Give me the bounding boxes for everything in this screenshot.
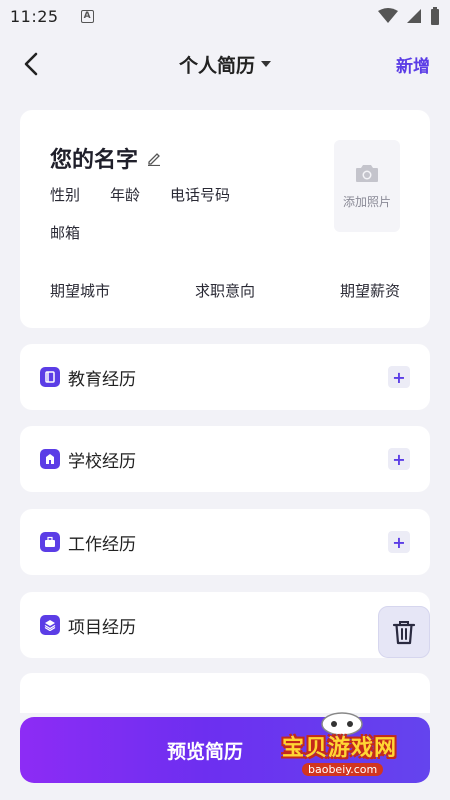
app-header: 个人简历 新增 [0,40,450,88]
section-project[interactable]: 项目经历 [20,592,430,658]
add-education-button[interactable]: + [388,366,410,388]
section-work-label: 工作经历 [68,534,136,555]
status-icons [378,7,440,25]
school-icon [40,449,60,469]
caret-down-icon [261,61,271,67]
briefcase-icon [40,532,60,552]
add-work-button[interactable]: + [388,531,410,553]
status-time: 11:25 [10,6,59,26]
trash-icon [392,621,416,645]
delete-button[interactable] [378,606,430,658]
email-field[interactable]: 邮箱 [50,222,80,243]
gender-field[interactable]: 性别 [50,184,80,205]
watermark-text: 宝贝游戏网 [282,736,398,761]
section-project-label: 项目经历 [68,617,136,638]
title-dropdown[interactable]: 个人简历 [179,51,271,78]
add-photo-label: 添加照片 [342,194,391,209]
a-badge-icon: A [80,9,94,23]
contact-row: 邮箱 [50,222,80,243]
age-field[interactable]: 年龄 [110,184,140,205]
section-partial [20,673,430,713]
preview-resume-label: 预览简历 [166,740,243,763]
chevron-left-icon [24,52,38,76]
layers-icon [40,615,60,635]
section-education[interactable]: 教育经历 + [20,344,430,410]
profile-name: 您的名字 [50,148,139,173]
name-editor[interactable]: 您的名字 [50,142,162,174]
profile-card: 您的名字 性别 年龄 电话号码 邮箱 添加照片 期望城市 求职意向 期望薪资 [20,110,430,328]
section-school[interactable]: 学校经历 + [20,426,430,492]
section-education-label: 教育经历 [68,369,136,390]
basic-info-row: 性别 年龄 电话号码 [50,184,230,205]
section-work[interactable]: 工作经历 + [20,509,430,575]
book-icon [40,367,60,387]
section-school-label: 学校经历 [68,451,136,472]
job-intention-field[interactable]: 求职意向 [195,280,255,301]
wifi-icon [378,8,398,23]
add-button[interactable]: 新增 [396,52,430,77]
expected-city-field[interactable]: 期望城市 [50,280,110,301]
page-title: 个人简历 [178,54,255,77]
battery-icon [431,7,439,25]
status-bar: 11:25 A [0,0,450,32]
signal-icon [407,9,421,23]
watermark-logo: 宝贝游戏网 baobeiy.com [272,708,422,788]
expected-salary-field[interactable]: 期望薪资 [340,280,400,301]
edit-icon [148,153,161,166]
phone-field[interactable]: 电话号码 [170,184,230,205]
add-photo-button[interactable]: 添加照片 [334,140,400,232]
expectation-row: 期望城市 求职意向 期望薪资 [50,280,400,301]
camera-icon [356,164,378,182]
add-school-button[interactable]: + [388,448,410,470]
back-button[interactable] [18,50,46,78]
watermark-url: baobeiy.com [302,763,384,776]
